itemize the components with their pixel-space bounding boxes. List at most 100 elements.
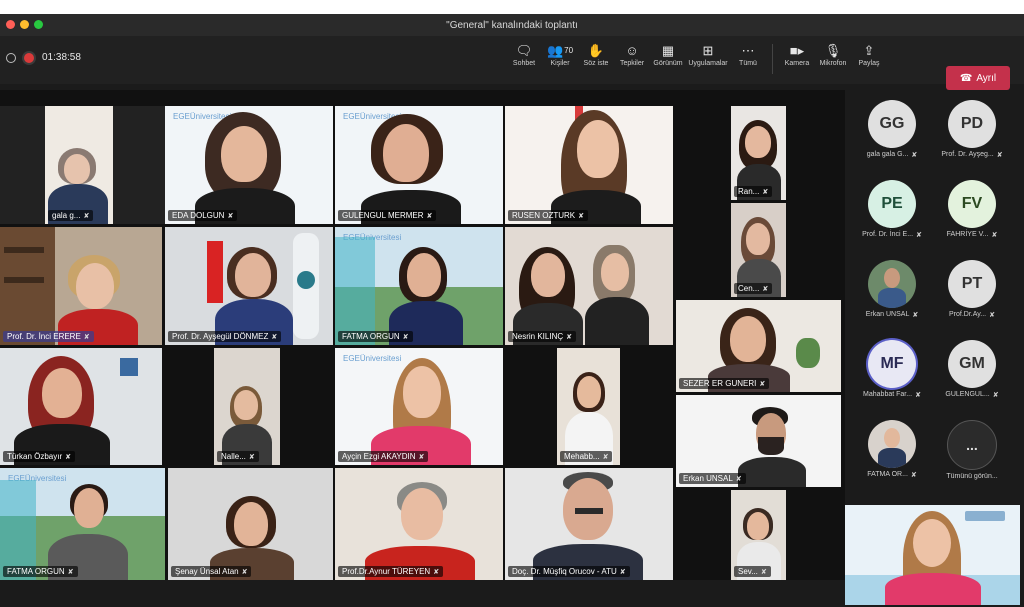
video-tile[interactable]: RUSEN OZTURK ✘ [505, 106, 673, 224]
participant-name: Nalle... ✘ [217, 451, 259, 462]
video-tile[interactable]: Prof. Dr. Ayşegül DÖNMEZ ✘ [165, 227, 333, 345]
mic-muted-icon: ✘ [916, 232, 922, 239]
people-icon: 👥 70 [546, 43, 574, 58]
camera-button[interactable]: ■▸ Kamera [779, 42, 815, 76]
mic-muted-icon: ✘ [762, 285, 769, 293]
raise-hand-button[interactable]: ✋ Söz iste [578, 42, 614, 76]
participant-name: Cen... ✘ [734, 283, 773, 294]
participant-name: Nesrin KILINÇ ✘ [508, 331, 576, 342]
avatar: GG [868, 100, 916, 148]
close-window-button[interactable] [6, 20, 15, 29]
participant-name: EDA DOLGUN ✘ [168, 210, 238, 221]
share-button[interactable]: ⇪ Paylaş [851, 42, 887, 76]
window-controls [6, 20, 43, 29]
participant-name: Ran... ✘ [734, 186, 773, 197]
participant-name: RUSEN OZTURK ✘ [508, 210, 588, 221]
mic-muted-icon: ✘ [759, 380, 766, 388]
roster-item[interactable]: MF Mahabbat Far... ✘ [852, 340, 932, 399]
ege-logo: EGEÜniversitesi [343, 354, 402, 363]
mic-muted-icon: ✘ [67, 568, 74, 576]
mic-muted-icon: ✘ [83, 212, 90, 220]
chat-button[interactable]: 🗨 Sohbet [506, 42, 542, 76]
avatar: GM [948, 340, 996, 388]
video-tile[interactable]: Mehabb... ✘ [557, 348, 620, 465]
avatar: MF [868, 340, 916, 388]
window-title: "General" kanalındaki toplantı [446, 19, 578, 31]
video-tile[interactable]: EGEÜniversitesi GULENGUL MERMER ✘ [335, 106, 503, 224]
roster-item[interactable]: PE Prof. Dr. İnci E... ✘ [852, 180, 932, 239]
video-tile[interactable]: Türkan Özbayır ✘ [0, 348, 162, 465]
participant-roster: GG gala gala G... ✘ PD Prof. Dr. Ayşeg...… [852, 90, 1024, 505]
view-icon: ▦ [661, 43, 675, 58]
apps-icon: ⊞ [702, 43, 714, 58]
mic-muted-icon: ✘ [248, 453, 255, 461]
mic-muted-icon: ✘ [619, 568, 626, 576]
video-tile[interactable]: Şenay Ünsal Atan ✘ [168, 468, 333, 580]
participant-name: Sev... ✘ [734, 566, 771, 577]
mic-muted-icon: ✘ [762, 188, 769, 196]
video-tile[interactable]: EGEÜniversitesi EDA DOLGUN ✘ [165, 106, 333, 224]
share-icon: ⇪ [863, 43, 875, 58]
apps-button[interactable]: ⊞ Uygulamalar [686, 42, 730, 76]
view-button[interactable]: ▦ Görünüm [650, 42, 686, 76]
minimize-window-button[interactable] [20, 20, 29, 29]
roster-item[interactable]: Erkan UNSAL ✘ [852, 260, 932, 319]
raise-hand-icon: ✋ [587, 43, 605, 58]
people-button[interactable]: 👥 70 Kişiler [542, 42, 578, 76]
banner-logo [965, 511, 1005, 521]
mic-icon: 🎙 [824, 43, 842, 58]
avatar: PE [868, 180, 916, 228]
hangup-icon: ☎ [959, 72, 973, 84]
mic-muted-icon: ✘ [989, 312, 995, 319]
mic-muted-icon: ✘ [578, 212, 584, 220]
video-tile[interactable]: Nalle... ✘ [214, 348, 280, 465]
self-view-tile[interactable] [845, 505, 1020, 605]
people-count: 70 [564, 46, 574, 55]
mic-muted-icon: ✘ [227, 212, 234, 220]
video-tile[interactable]: EGEÜniversitesi FATMA ORGUN✘ [335, 227, 503, 345]
recording-icon [24, 52, 34, 63]
video-tile[interactable]: gala g... ✘ [0, 106, 165, 224]
video-tile[interactable]: Erkan UNSAL ✘ [676, 395, 841, 487]
mic-muted-icon: ✘ [602, 453, 609, 461]
video-tile[interactable]: EGEÜniversitesi Ayçin Ezgi AKAYDIN ✘ [335, 348, 503, 465]
participant-name: Ayçin Ezgi AKAYDIN ✘ [338, 451, 429, 462]
video-tile[interactable]: Prof.Dr.Aynur TÜREYEN ✘ [335, 468, 503, 580]
reactions-button[interactable]: ☺ Tepkiler [614, 42, 650, 76]
more-button[interactable]: ⋯ Tümü [730, 42, 766, 76]
video-tile[interactable]: Nesrin KILINÇ ✘ [505, 227, 673, 345]
roster-item[interactable]: GM GULENGUL... ✘ [932, 340, 1012, 399]
mic-button[interactable]: 🎙 Mikrofon [815, 42, 851, 76]
mic-muted-icon: ✘ [912, 312, 919, 319]
video-tile[interactable]: Cen... ✘ [731, 203, 786, 297]
roster-item[interactable]: FATMA OR... ✘ [852, 420, 932, 479]
leave-button[interactable]: ☎ Ayrıl [946, 66, 1010, 90]
mic-muted-icon: ✘ [915, 392, 921, 399]
mic-muted-icon: ✘ [911, 152, 918, 159]
participant-name: gala g... ✘ [48, 210, 94, 221]
mic-muted-icon: ✘ [991, 232, 998, 239]
roster-item[interactable]: FV FAHRİYE V... ✘ [932, 180, 1012, 239]
video-tile[interactable]: Ran... ✘ [731, 106, 786, 200]
avatar-photo [868, 260, 916, 308]
video-tile[interactable]: Sev... ✘ [731, 490, 786, 580]
mic-muted-icon: ✘ [735, 475, 742, 483]
roster-item[interactable]: GG gala gala G... ✘ [852, 100, 932, 159]
meeting-timer: 01:38:58 [42, 52, 81, 63]
video-tile[interactable]: Prof. Dr. İnci ERERE ✘ [0, 227, 162, 345]
roster-item[interactable]: PD Prof. Dr. Ayşeg... ✘ [932, 100, 1012, 159]
title-bar: "General" kanalındaki toplantı [0, 14, 1024, 36]
participant-name: Mehabb... ✘ [560, 451, 613, 462]
participant-name: FATMA ORGUN ✘ [3, 566, 78, 577]
video-tile[interactable]: EGEÜniversitesi FATMA ORGUN✘ [0, 468, 165, 580]
video-tile[interactable]: SEZER ER GUNERI ✘ [676, 300, 841, 392]
video-tile[interactable]: Doç. Dr. Müşfiq Orucov - ATU ✘ [505, 468, 673, 580]
participant-name: Prof. Dr. İnci ERERE ✘ [3, 331, 94, 342]
avatar: FV [948, 180, 996, 228]
maximize-window-button[interactable] [34, 20, 43, 29]
roster-item[interactable]: PT Prof.Dr.Ay... ✘ [932, 260, 1012, 319]
camera-icon: ■▸ [789, 43, 805, 58]
mic-muted-icon: ✘ [83, 333, 90, 341]
view-all-participants-button[interactable]: ... Tümünü görün... [932, 420, 1012, 480]
recording-status: 01:38:58 [6, 52, 81, 63]
